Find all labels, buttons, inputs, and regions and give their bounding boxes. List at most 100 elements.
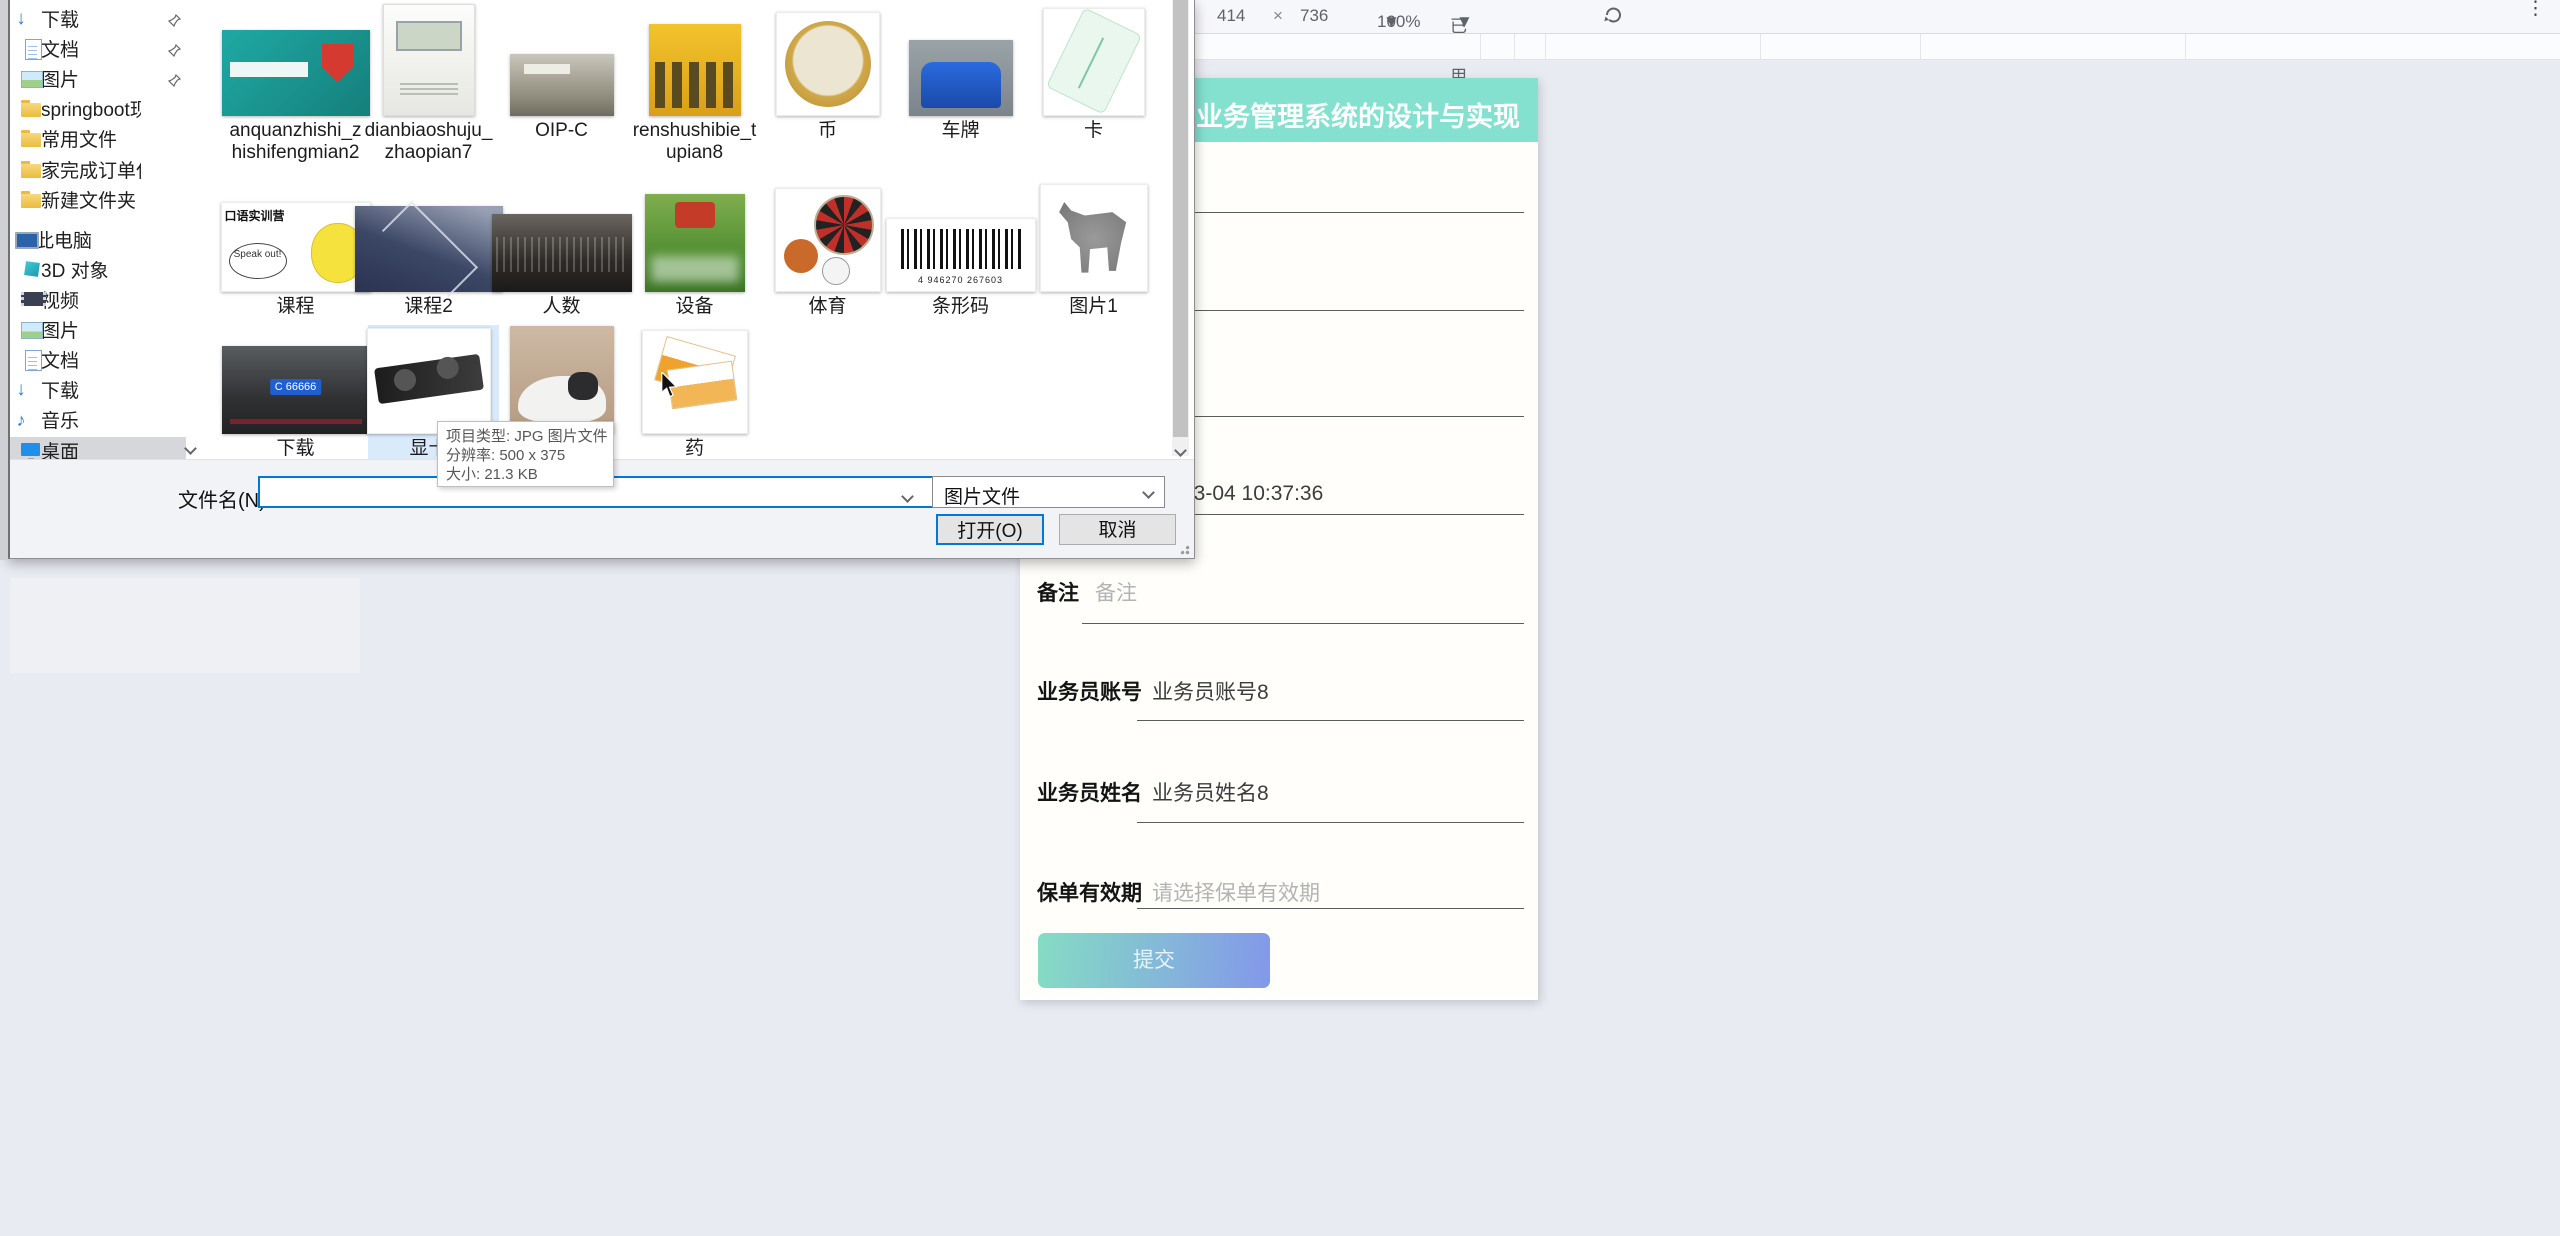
3d-objects-icon: [24, 260, 40, 277]
background-panel: [10, 578, 360, 673]
divider: [1480, 34, 1481, 59]
filename-dropdown-icon[interactable]: [901, 488, 914, 506]
file-item[interactable]: anquanzhishi_zhishifengmian2: [221, 0, 370, 163]
resize-grip[interactable]: [1178, 543, 1190, 555]
folder-icon: [21, 129, 41, 147]
file-list-scrollbar[interactable]: [1172, 0, 1189, 457]
sidebar-item-downloads[interactable]: ↓ 下载: [10, 376, 186, 403]
this-pc-icon: [15, 231, 39, 249]
agent-name-input[interactable]: 业务员姓名8: [1152, 777, 1269, 807]
order-time-value[interactable]: 03-04 10:37:36: [1182, 482, 1323, 506]
file-item[interactable]: OIP-C: [495, 0, 628, 150]
remark-label: 备注: [1037, 582, 1079, 605]
form-field-underline[interactable]: [1082, 623, 1524, 624]
farm-sprayer-thumbnail: [644, 194, 745, 292]
desktop-icon: [21, 442, 40, 461]
videos-icon: [21, 291, 46, 306]
sidebar-item-folder[interactable]: springboot现代: [10, 95, 186, 122]
file-item[interactable]: 课程2: [354, 176, 503, 326]
file-item[interactable]: 药: [628, 318, 761, 468]
file-name: 体育: [808, 296, 847, 317]
tooltip-type: 项目类型: JPG 图片文件: [446, 428, 608, 445]
file-item[interactable]: 币: [761, 0, 894, 150]
submit-button[interactable]: 提交: [1038, 933, 1270, 988]
tooltip-resolution: 分辨率: 500 x 375: [446, 447, 566, 464]
downloads-icon: ↓: [16, 7, 26, 29]
agent-name-label: 业务员姓名: [1037, 782, 1142, 805]
file-item[interactable]: 图片1: [1027, 176, 1160, 326]
scrollbar-thumb[interactable]: [1173, 0, 1188, 437]
downloads-icon: ↓: [16, 378, 26, 400]
file-item[interactable]: dianbiaoshuju_zhaopian7: [362, 0, 495, 163]
gold-coin-thumbnail: [775, 12, 880, 116]
pin-icon: [167, 11, 182, 33]
file-item[interactable]: 口语实训营 Speak out! 课程: [220, 176, 371, 326]
sidebar-item-pictures-pinned[interactable]: 图片: [10, 65, 186, 92]
rotate-viewport-icon[interactable]: [1602, 4, 1624, 31]
viewport-height-field[interactable]: 736: [1300, 6, 1328, 26]
medicine-thumbnail: [641, 330, 748, 434]
cartoon-course-thumbnail: 口语实训营 Speak out!: [220, 202, 371, 292]
policy-validity-input[interactable]: 请选择保单有效期: [1152, 877, 1320, 907]
folder-icon: [21, 160, 41, 178]
divider: [1920, 34, 1921, 59]
file-item[interactable]: 人数: [491, 176, 632, 326]
basketball-team-thumbnail: [648, 24, 741, 116]
file-name: 设备: [675, 296, 714, 317]
graphics-card-thumbnail: [366, 328, 491, 434]
sidebar-item-documents-pinned[interactable]: 文档: [10, 35, 186, 62]
sidebar-item-videos[interactable]: 视频: [10, 286, 186, 313]
window-edge: [0, 0, 8, 560]
file-name: 下载: [276, 438, 315, 459]
form-field-underline[interactable]: [1137, 720, 1524, 721]
divider: [2185, 34, 2186, 59]
crowd-thumbnail: [491, 214, 632, 292]
sidebar-scroll-down-icon[interactable]: [184, 440, 197, 458]
sports-gear-thumbnail: [774, 188, 881, 292]
file-name: 卡: [1083, 120, 1103, 141]
file-item[interactable]: 4 946270 267603 条形码: [885, 176, 1036, 326]
file-name: 人数: [542, 296, 581, 317]
building-photo-thumbnail: [509, 54, 614, 116]
file-item[interactable]: 卡: [1027, 0, 1160, 150]
sidebar-item-folder[interactable]: 常用文件: [10, 125, 186, 152]
sidebar-item-folder[interactable]: 家完成订单任务: [10, 156, 186, 183]
filetype-select[interactable]: 图片文件: [932, 476, 1165, 508]
sidebar-item-this-pc[interactable]: 此电脑: [4, 226, 180, 253]
sidebar-item-downloads-pinned[interactable]: ↓ 下载: [10, 5, 186, 32]
file-item[interactable]: 车牌: [894, 0, 1027, 150]
dartboard: [813, 195, 874, 255]
scroll-down-icon[interactable]: [1174, 442, 1187, 460]
file-name: 图片1: [1069, 296, 1118, 317]
page-title: 业务管理系统的设计与实现: [1196, 102, 1520, 132]
open-button[interactable]: 打开(O): [936, 514, 1044, 545]
gas-meter-thumbnail: [382, 4, 475, 116]
agent-account-label: 业务员账号: [1037, 681, 1142, 704]
mouse-cursor-icon: [660, 370, 678, 403]
form-field-underline[interactable]: [1137, 908, 1524, 909]
basketball: [783, 239, 818, 273]
devtools-menu-icon[interactable]: ⋮: [2526, 0, 2545, 18]
cancel-button[interactable]: 取消: [1059, 514, 1176, 545]
sidebar-item-3d-objects[interactable]: 3D 对象: [10, 256, 186, 283]
form-field-underline[interactable]: [1137, 822, 1524, 823]
file-item[interactable]: 设备: [628, 176, 761, 326]
dimension-separator: ×: [1273, 6, 1283, 25]
sidebar-item-music[interactable]: ♪ 音乐: [10, 406, 186, 433]
agent-account-input[interactable]: 业务员账号8: [1152, 676, 1269, 706]
pictures-icon: [21, 321, 43, 339]
sidebar-item-documents[interactable]: 文档: [10, 346, 186, 373]
file-item[interactable]: C 66666 下载: [221, 318, 370, 468]
file-name: 课程2: [404, 296, 453, 317]
viewport-width-field[interactable]: 414: [1217, 6, 1245, 26]
chevron-down-icon: ▼: [1383, 12, 1400, 31]
tooltip-size: 大小: 21.3 KB: [446, 466, 538, 483]
file-name: OIP-C: [535, 120, 588, 141]
remark-input[interactable]: 备注: [1095, 577, 1137, 607]
file-item[interactable]: renshushibie_tupian8: [628, 0, 761, 163]
file-item[interactable]: 体育: [761, 176, 894, 326]
sidebar-item-pictures[interactable]: 图片: [10, 316, 186, 343]
file-name: anquanzhishi_zhishifengmian2: [229, 120, 362, 163]
sidebar-item-folder[interactable]: 新建文件夹: [10, 186, 186, 213]
file-name: dianbiaoshuju_zhaopian7: [364, 120, 493, 163]
